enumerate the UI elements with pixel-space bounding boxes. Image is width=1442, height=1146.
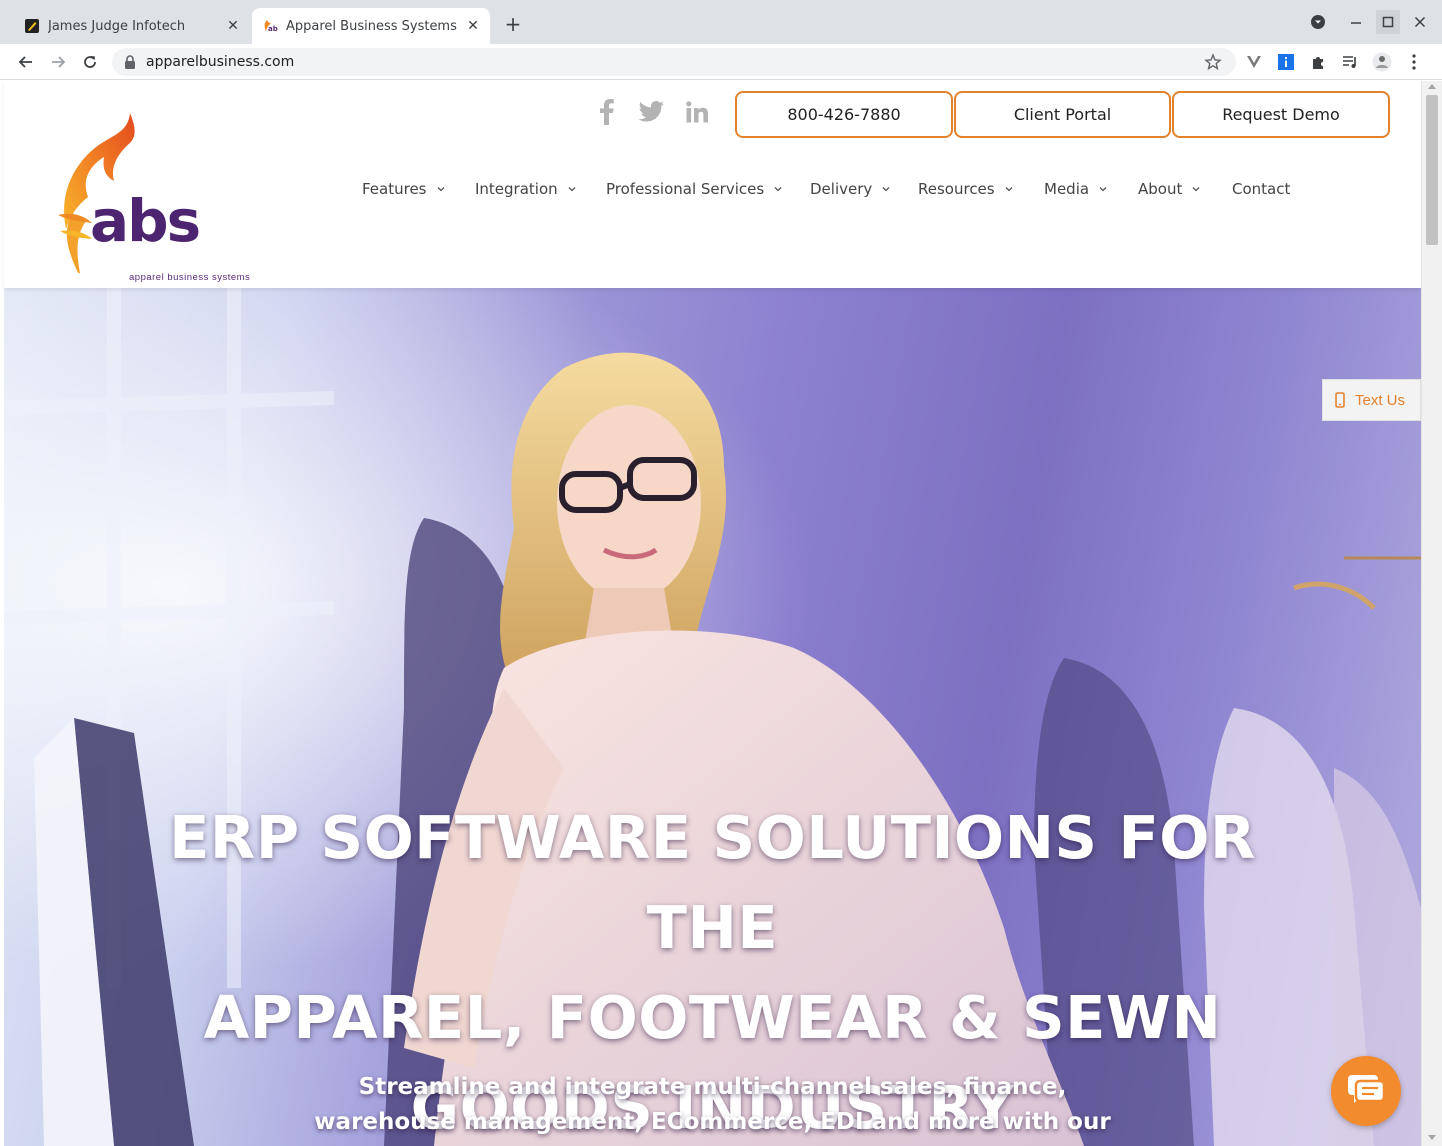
nav-label: Delivery [810,180,873,198]
nav-resources[interactable]: Resources [918,180,1013,198]
chevron-down-icon [1005,187,1013,192]
phone-button[interactable]: 800-426-7880 [735,91,953,138]
hero-subtitle-line: Streamline and integrate multi-channel s… [358,1074,1067,1100]
twitter-icon[interactable] [638,97,664,127]
media-queue-icon[interactable] [1340,52,1360,72]
new-tab-button[interactable]: + [503,14,523,34]
chevron-down-icon [568,187,576,192]
hero-title-line: ERP SOFTWARE SOLUTIONS FOR THE [169,803,1256,962]
chevron-down-icon [774,187,782,192]
reload-icon[interactable] [78,50,102,74]
pencil-note-icon [25,19,39,33]
profile-menu-icon[interactable] [1306,10,1330,34]
nav-professional-services[interactable]: Professional Services [606,180,782,198]
browser-tab-james-judge[interactable]: James Judge Infotech ✕ [14,8,250,44]
nav-label: About [1138,180,1183,198]
chat-bubble-icon [1348,1075,1386,1103]
nav-label: Contact [1232,180,1291,198]
facebook-icon[interactable] [594,97,620,127]
abs-logo[interactable]: abs apparel business systems [52,111,250,283]
mobile-phone-icon [1335,392,1345,408]
request-demo-button[interactable]: Request Demo [1172,91,1390,138]
info-extension-icon[interactable] [1276,52,1296,72]
browser-menu-icon[interactable] [1404,52,1424,72]
vue-extension-icon[interactable] [1244,52,1264,72]
address-bar[interactable]: apparelbusiness.com [112,48,1236,76]
hero-subtitle-line: warehouse management, ECommerce, EDI and… [314,1109,1111,1135]
chevron-down-icon [1192,187,1200,192]
scroll-down-arrow-icon[interactable] [1428,1135,1436,1140]
browser-tab-strip: James Judge Infotech ✕ abs Apparel Busin… [0,0,1442,44]
client-portal-button[interactable]: Client Portal [954,91,1171,138]
nav-delivery[interactable]: Delivery [810,180,890,198]
chevron-down-icon [1099,187,1107,192]
close-window-icon[interactable] [1408,10,1432,34]
minimize-icon[interactable] [1344,10,1368,34]
lock-icon [125,55,135,69]
svg-text:abs: abs [90,187,199,255]
extensions-puzzle-icon[interactable] [1308,52,1328,72]
forward-arrow-icon[interactable] [46,50,70,74]
nav-label: Resources [918,180,995,198]
page-viewport: abs apparel business systems 800-426-788… [0,81,1442,1146]
nav-label: Professional Services [606,180,765,198]
tab-title: James Judge Infotech [48,18,186,34]
linkedin-icon[interactable] [684,97,710,127]
text-us-label: Text Us [1355,391,1406,409]
logo-subtitle: apparel business systems [129,272,251,283]
nav-label: Features [362,180,427,198]
nav-label: Media [1044,180,1090,198]
back-arrow-icon[interactable] [14,50,38,74]
page-scrollbar[interactable] [1421,81,1442,1146]
close-tab-icon[interactable]: ✕ [224,17,242,35]
scroll-up-arrow-icon[interactable] [1428,84,1436,89]
hero-subtitle: Streamline and integrate multi-channel s… [224,1070,1201,1140]
flame-logo-icon: abs [58,113,201,273]
scrollbar-thumb[interactable] [1426,95,1438,245]
chat-launcher-button[interactable] [1331,1056,1401,1126]
close-tab-icon[interactable]: ✕ [464,17,482,35]
bookmark-star-icon[interactable] [1204,53,1222,71]
abs-logo-icon: abs [264,20,278,33]
text-us-button[interactable]: Text Us [1322,379,1421,421]
svg-text:abs: abs [268,25,278,33]
url-text: apparelbusiness.com [146,54,295,70]
browser-toolbar: apparelbusiness.com [0,44,1442,80]
chevron-down-icon [437,187,444,192]
maximize-icon[interactable] [1376,10,1400,34]
hero-section: ERP SOFTWARE SOLUTIONS FOR THE APPAREL, … [4,288,1421,1146]
browser-tab-apparel[interactable]: abs Apparel Business Systems ✕ [252,8,490,44]
profile-avatar-icon[interactable] [1372,52,1392,72]
nav-contact[interactable]: Contact [1232,180,1290,198]
nav-integration[interactable]: Integration [475,180,576,198]
tab-title: Apparel Business Systems [286,18,457,34]
hero-title-line: APPAREL, FOOTWEAR & SEWN [203,983,1222,1052]
site-header: abs apparel business systems 800-426-788… [4,81,1421,288]
nav-label: Integration [475,180,558,198]
nav-media[interactable]: Media [1044,180,1107,198]
chevron-down-icon [882,187,890,192]
nav-about[interactable]: About [1138,180,1200,198]
nav-features[interactable]: Features [362,180,445,198]
